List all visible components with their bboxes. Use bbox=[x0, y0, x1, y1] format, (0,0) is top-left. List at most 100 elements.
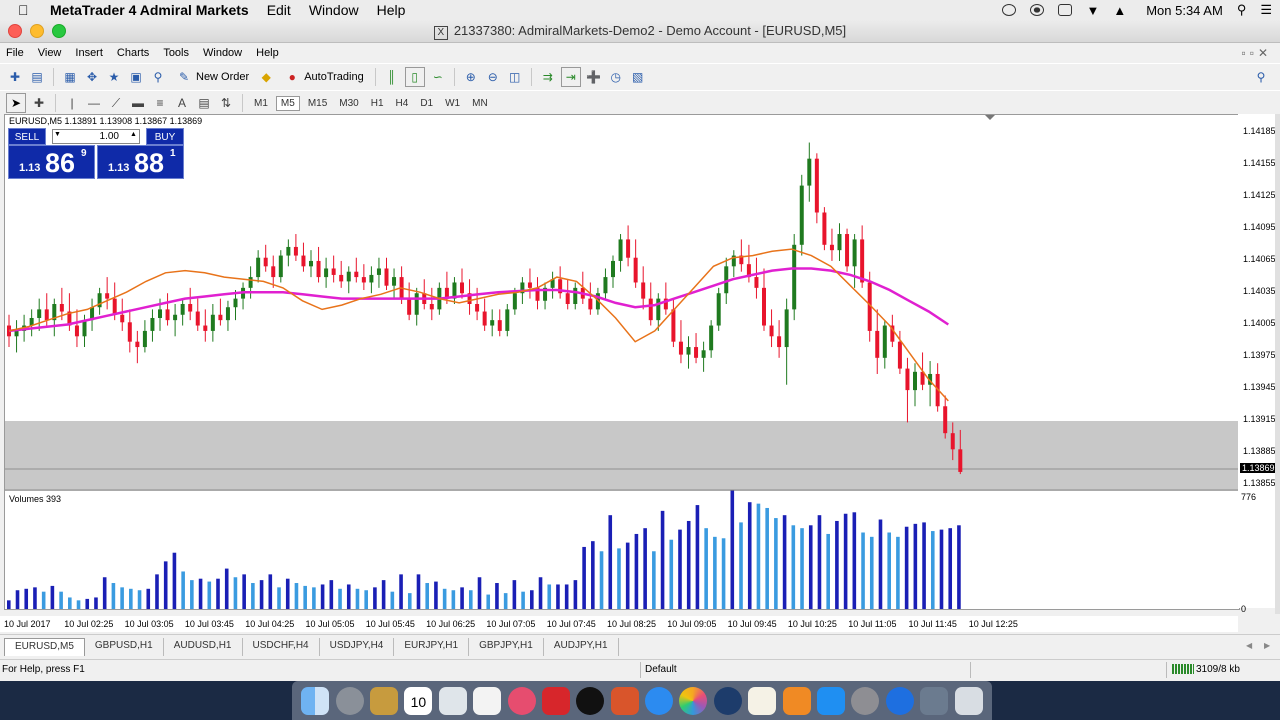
tab-eurusd-m5[interactable]: EURUSD,M5 bbox=[4, 638, 85, 656]
indicators-icon[interactable]: ➕ bbox=[585, 68, 603, 86]
lot-increase-icon[interactable]: ▲ bbox=[130, 131, 137, 138]
tab-eurjpy-h1[interactable]: EURJPY,H1 bbox=[394, 638, 470, 656]
trendline-icon[interactable]: ⟋ bbox=[107, 94, 125, 112]
sell-price-box[interactable]: 1.13 86 9 bbox=[8, 145, 95, 179]
navigator-icon[interactable]: ★ bbox=[105, 68, 123, 86]
text-icon[interactable]: A bbox=[173, 94, 191, 112]
tab-gbpjpy-h1[interactable]: GBPJPY,H1 bbox=[469, 638, 544, 656]
lot-decrease-icon[interactable]: ▼ bbox=[54, 131, 61, 138]
preview-icon[interactable] bbox=[438, 686, 467, 715]
quicktime-icon[interactable] bbox=[713, 686, 742, 715]
cursor-icon[interactable]: ➤ bbox=[6, 93, 26, 113]
periods-icon[interactable]: ◷ bbox=[607, 68, 625, 86]
tile-windows-icon[interactable]: ◫ bbox=[506, 68, 524, 86]
screenflow-icon[interactable] bbox=[541, 686, 570, 715]
mac-menu-help[interactable]: Help bbox=[377, 2, 406, 18]
timeframe-mn[interactable]: MN bbox=[468, 97, 492, 110]
tab-audusd-h1[interactable]: AUDUSD,H1 bbox=[164, 638, 243, 656]
chart-canvas[interactable] bbox=[5, 115, 1239, 609]
autotrading-button[interactable]: ● AutoTrading bbox=[279, 67, 368, 87]
tab-usdchf-h4[interactable]: USDCHF,H4 bbox=[243, 638, 320, 656]
tab-scroll-right-icon[interactable]: ▶ bbox=[1264, 641, 1270, 650]
record-icon[interactable] bbox=[1030, 4, 1045, 16]
finder-icon[interactable] bbox=[301, 686, 330, 715]
wifi-icon[interactable]: ▼ bbox=[1086, 3, 1099, 18]
launchpad-icon[interactable] bbox=[335, 686, 364, 715]
trash-icon[interactable] bbox=[954, 686, 983, 715]
timeframe-m30[interactable]: M30 bbox=[335, 97, 362, 110]
metaeditor-icon[interactable]: ◆ bbox=[257, 68, 275, 86]
vertical-scrollbar[interactable] bbox=[1275, 114, 1280, 614]
menu-tools[interactable]: Tools bbox=[163, 47, 189, 59]
chart-window[interactable]: EURUSD,M5 1.13891 1.13908 1.13867 1.1386… bbox=[4, 114, 1240, 610]
timeframe-h4[interactable]: H4 bbox=[392, 97, 413, 110]
photos-icon[interactable] bbox=[679, 686, 708, 715]
fibonacci-icon[interactable]: ≡ bbox=[151, 94, 169, 112]
spotlight-icon[interactable]: ⚲ bbox=[1237, 2, 1247, 18]
clock[interactable]: Mon 5:34 AM bbox=[1146, 3, 1223, 18]
system-preferences-icon[interactable] bbox=[851, 686, 880, 715]
zoom-in-icon[interactable]: ⊕ bbox=[462, 68, 480, 86]
itunes-icon[interactable] bbox=[507, 686, 536, 715]
tab-scroll-left-icon[interactable]: ◀ bbox=[1246, 641, 1252, 650]
ibooks-icon[interactable] bbox=[782, 686, 811, 715]
menu-help[interactable]: Help bbox=[256, 47, 279, 59]
horizontal-line-icon[interactable]: — bbox=[85, 94, 103, 112]
text-label-icon[interactable]: ▤ bbox=[195, 94, 213, 112]
menu-window[interactable]: Window bbox=[203, 47, 242, 59]
eject-icon[interactable]: ▲ bbox=[1113, 3, 1126, 18]
menu-view[interactable]: View bbox=[38, 47, 62, 59]
app-icon[interactable] bbox=[885, 686, 914, 715]
timeframe-m1[interactable]: M1 bbox=[250, 97, 272, 110]
market-watch-icon[interactable]: ▦ bbox=[61, 68, 79, 86]
new-chart-icon[interactable]: ✚ bbox=[6, 68, 24, 86]
candlestick-icon[interactable]: ▯ bbox=[404, 67, 425, 87]
strategy-tester-icon[interactable]: ⚲ bbox=[149, 68, 167, 86]
arrows-icon[interactable]: ⇅ bbox=[217, 94, 235, 112]
notification-center-icon[interactable]: ☰ bbox=[1260, 2, 1272, 18]
app-store-icon[interactable] bbox=[817, 686, 846, 715]
apple-icon[interactable]:  bbox=[18, 2, 36, 18]
terminal-icon[interactable]: ▣ bbox=[127, 68, 145, 86]
auto-scroll-icon[interactable]: ⇉ bbox=[539, 68, 557, 86]
line-chart-icon[interactable]: ∽ bbox=[429, 68, 447, 86]
textedit-icon[interactable] bbox=[473, 686, 502, 715]
tab-usdjpy-h4[interactable]: USDJPY,H4 bbox=[320, 638, 395, 656]
tab-audjpy-h1[interactable]: AUDJPY,H1 bbox=[544, 638, 619, 656]
airplay-icon[interactable] bbox=[1058, 4, 1073, 16]
lot-size-field[interactable]: 1.00 bbox=[52, 129, 140, 144]
bar-chart-icon[interactable]: ║ bbox=[383, 68, 401, 86]
menu-insert[interactable]: Insert bbox=[75, 47, 103, 59]
app-icon[interactable] bbox=[610, 686, 639, 715]
document-icon[interactable] bbox=[748, 686, 777, 715]
tab-gbpusd-h1[interactable]: GBPUSD,H1 bbox=[85, 638, 164, 656]
data-window-icon[interactable]: ✥ bbox=[83, 68, 101, 86]
new-order-button[interactable]: ✎ New Order bbox=[171, 67, 253, 87]
menu-charts[interactable]: Charts bbox=[117, 47, 149, 59]
templates-icon[interactable]: ▧ bbox=[629, 68, 647, 86]
toolbar-search-icon[interactable]: ⚲ bbox=[1252, 68, 1270, 86]
profiles-icon[interactable]: ▤ bbox=[28, 68, 46, 86]
buy-price-box[interactable]: 1.13 88 1 bbox=[97, 145, 184, 179]
mac-menu-edit[interactable]: Edit bbox=[267, 2, 291, 18]
timeframe-w1[interactable]: W1 bbox=[441, 97, 464, 110]
timeframe-d1[interactable]: D1 bbox=[416, 97, 437, 110]
timeframe-m15[interactable]: M15 bbox=[304, 97, 331, 110]
mac-app-name[interactable]: MetaTrader 4 Admiral Markets bbox=[50, 2, 249, 18]
sell-button[interactable]: SELL bbox=[8, 128, 46, 145]
chart-shift-icon[interactable]: ⇥ bbox=[560, 67, 581, 87]
safari-icon[interactable] bbox=[645, 686, 674, 715]
timeframe-m5[interactable]: M5 bbox=[275, 95, 300, 111]
price-axis[interactable]: 1.14185 1.14155 1.14125 1.14095 1.14065 1.140… bbox=[1238, 114, 1278, 614]
menu-file[interactable]: File bbox=[6, 47, 24, 59]
creative-cloud-icon[interactable] bbox=[1002, 4, 1017, 16]
channel-icon[interactable]: ▬ bbox=[129, 94, 147, 112]
calendar-icon[interactable]: 10 bbox=[404, 686, 433, 715]
crosshair-icon[interactable]: ✚ bbox=[30, 94, 48, 112]
mac-menu-window[interactable]: Window bbox=[309, 2, 359, 18]
vertical-line-icon[interactable]: | bbox=[63, 94, 81, 112]
timeframe-h1[interactable]: H1 bbox=[367, 97, 388, 110]
zoom-out-icon[interactable]: ⊖ bbox=[484, 68, 502, 86]
folder-icon[interactable] bbox=[920, 686, 949, 715]
dp-icon[interactable] bbox=[576, 686, 605, 715]
